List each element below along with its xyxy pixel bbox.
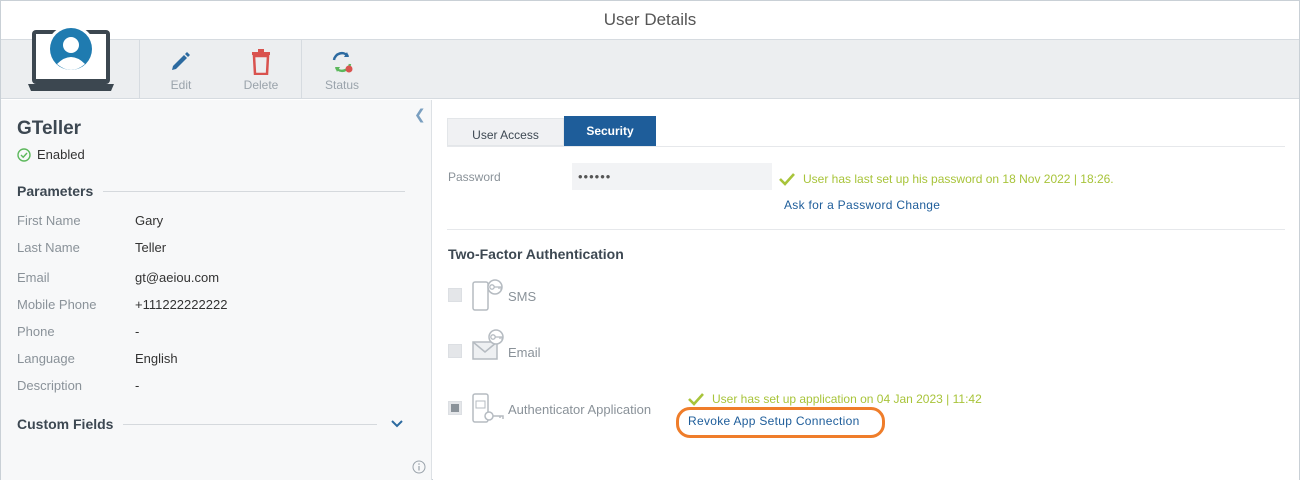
security-panel: User Access Security Password User has l… xyxy=(433,100,1299,480)
delete-label: Delete xyxy=(243,78,279,92)
parameters-title: Parameters xyxy=(17,183,94,199)
param-value: +111222222222 xyxy=(135,297,228,312)
info-icon[interactable] xyxy=(412,460,426,479)
window-title: User Details xyxy=(1,1,1299,40)
toolbar-separator xyxy=(139,40,140,99)
envelope-key-icon xyxy=(471,328,507,367)
pencil-icon xyxy=(141,40,221,74)
user-name: GTeller xyxy=(17,118,82,139)
param-key: Phone xyxy=(17,324,55,339)
status-label: Status xyxy=(324,78,360,92)
param-value: Gary xyxy=(135,213,164,228)
param-value: Teller xyxy=(135,240,167,255)
param-row: First Name Gary xyxy=(17,213,163,228)
app-status-text: User has set up application on 04 Jan 20… xyxy=(712,392,982,406)
param-row: Last Name Teller xyxy=(17,240,166,255)
status-button[interactable]: Status xyxy=(302,40,382,99)
password-field[interactable] xyxy=(572,163,772,190)
checkmark-icon xyxy=(688,393,704,406)
checkmark-icon xyxy=(779,173,795,186)
param-value: - xyxy=(135,324,140,339)
param-row: Mobile Phone +111222222222 xyxy=(17,297,227,312)
param-row: Description - xyxy=(17,378,139,393)
divider xyxy=(123,423,377,425)
param-key: Mobile Phone xyxy=(17,297,97,312)
delete-button[interactable]: Delete xyxy=(221,40,301,99)
param-key: First Name xyxy=(17,213,81,228)
param-row: Phone - xyxy=(17,324,139,339)
param-key: Last Name xyxy=(17,240,80,255)
user-details-panel: ❮ GTeller Enabled Parameters First Name … xyxy=(1,100,432,480)
user-avatar xyxy=(1,20,139,99)
user-status: Enabled xyxy=(17,147,85,162)
divider xyxy=(447,146,1285,147)
app-status-message: User has set up application on 04 Jan 20… xyxy=(687,392,982,406)
tab-security[interactable]: Security xyxy=(564,116,656,146)
parameters-section-header: Parameters xyxy=(17,183,405,199)
email-checkbox[interactable] xyxy=(448,344,462,358)
trash-icon xyxy=(221,40,301,76)
param-key: Language xyxy=(17,351,75,366)
param-key: Description xyxy=(17,378,83,393)
phone-key-icon xyxy=(471,278,507,317)
user-status-label: Enabled xyxy=(37,147,85,162)
edit-button[interactable]: Edit xyxy=(141,40,221,99)
password-status-message: User has last set up his password on 18 … xyxy=(778,172,1114,186)
collapse-panel-icon[interactable]: ❮ xyxy=(414,106,426,123)
param-row: Language English xyxy=(17,351,178,366)
chevron-down-icon[interactable] xyxy=(391,416,403,431)
password-label: Password xyxy=(448,170,501,184)
authenticator-checkbox[interactable] xyxy=(448,401,462,415)
param-value: gt@aeiou.com xyxy=(135,270,220,285)
custom-fields-title: Custom Fields xyxy=(17,416,114,432)
authenticator-label: Authenticator Application xyxy=(508,402,652,417)
check-circle-icon xyxy=(17,147,31,162)
sms-label: SMS xyxy=(508,289,537,304)
param-value: English xyxy=(135,351,178,366)
divider xyxy=(447,229,1285,230)
toolbar: Edit Delete Status xyxy=(1,25,1299,99)
tab-bar: User Access Security xyxy=(447,116,656,146)
custom-fields-section-header[interactable]: Custom Fields xyxy=(17,416,377,432)
password-change-link[interactable]: Ask for a Password Change xyxy=(784,198,940,212)
param-key: Email xyxy=(17,270,50,285)
divider xyxy=(103,190,405,192)
two-factor-title: Two-Factor Authentication xyxy=(448,246,624,262)
param-value: - xyxy=(135,378,140,393)
laptop-avatar-icon xyxy=(28,25,114,91)
sms-checkbox[interactable] xyxy=(448,288,462,302)
edit-label: Edit xyxy=(170,78,192,92)
authenticator-key-icon xyxy=(471,392,507,431)
password-status-text: User has last set up his password on 18 … xyxy=(803,172,1114,186)
tab-user-access[interactable]: User Access xyxy=(447,118,564,146)
email-label: Email xyxy=(508,345,541,360)
status-cycle-icon xyxy=(302,40,382,74)
param-row: Email gt@aeiou.com xyxy=(17,270,219,285)
revoke-app-link[interactable]: Revoke App Setup Connection xyxy=(688,414,860,428)
